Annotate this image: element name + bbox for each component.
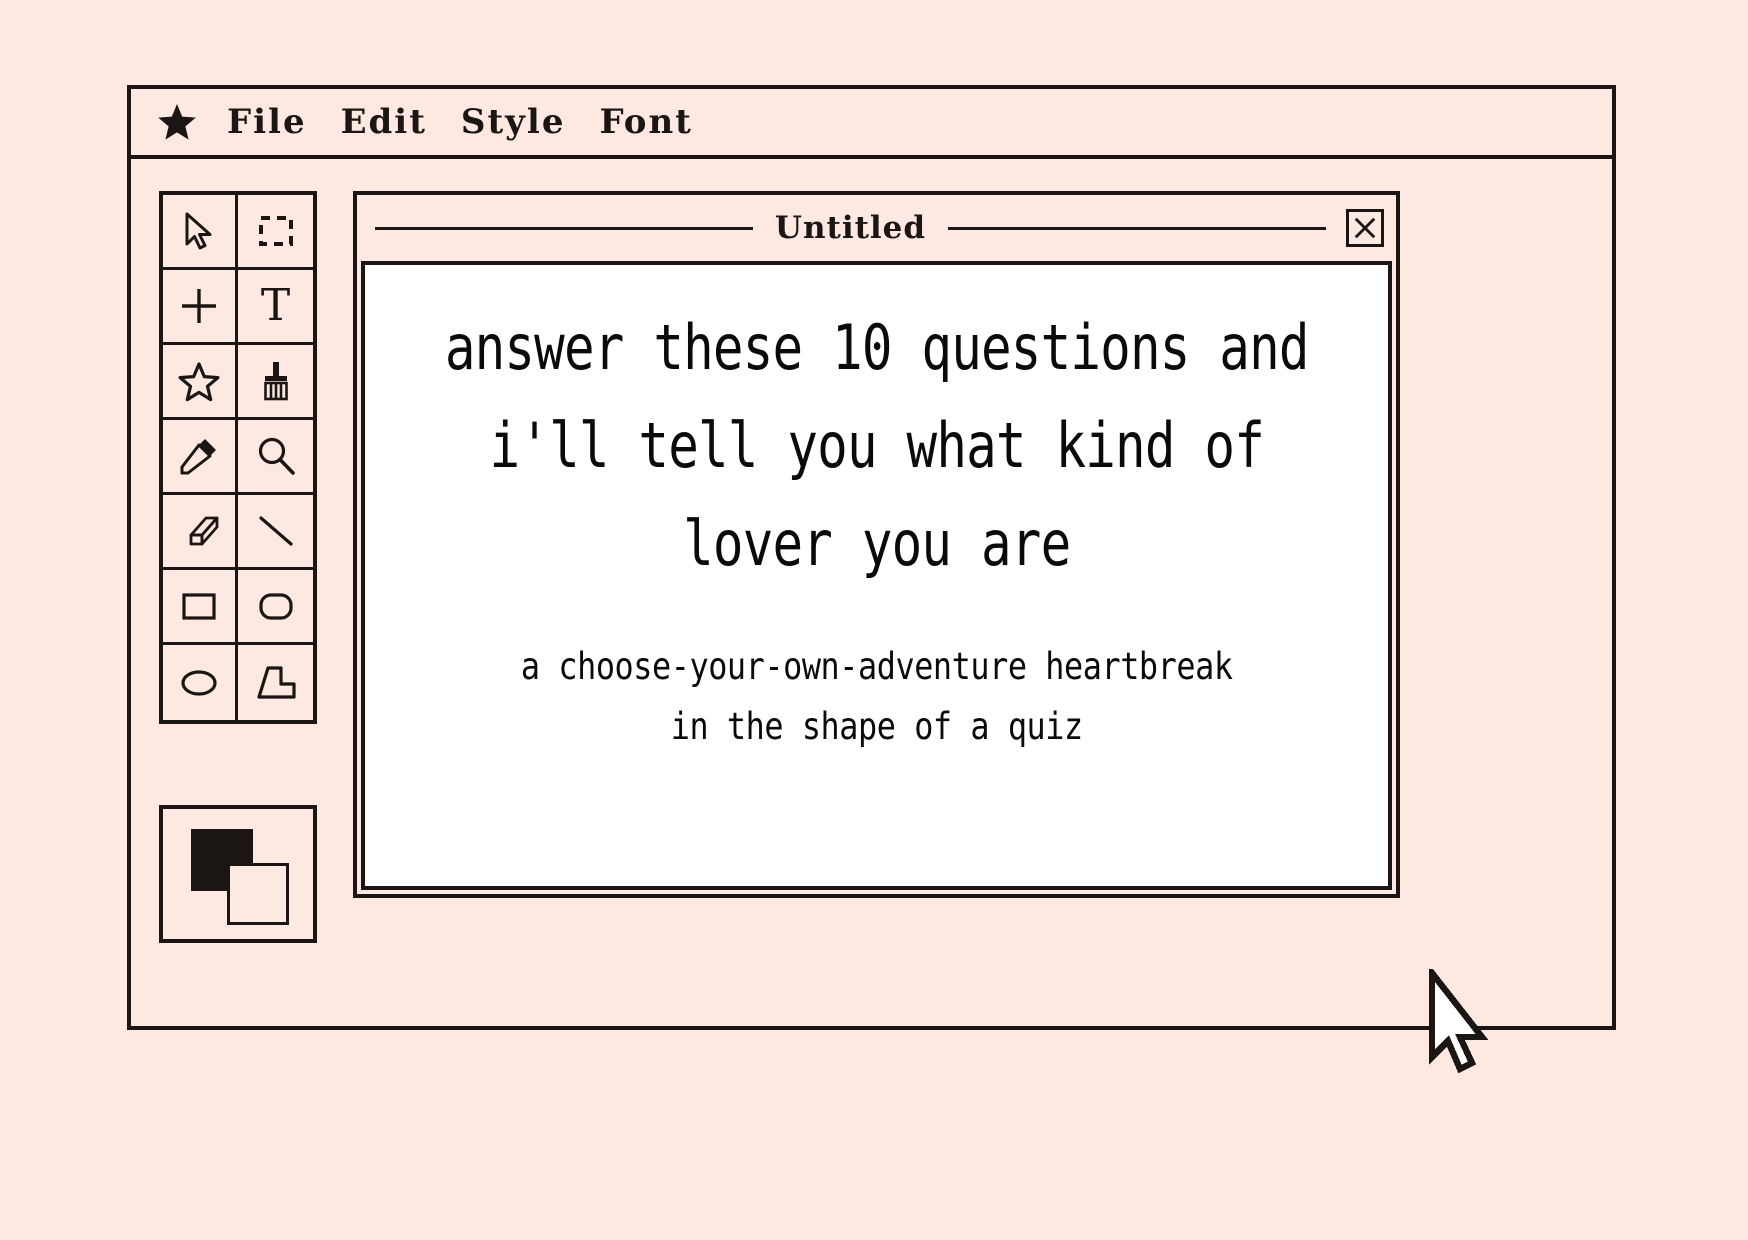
arrow-pointer-icon <box>177 209 221 253</box>
menu-item-style[interactable]: Style <box>461 105 566 139</box>
tool-rectangle[interactable] <box>163 570 238 645</box>
crosshair-icon <box>177 284 221 328</box>
star-icon[interactable] <box>157 102 197 142</box>
rounded-rectangle-icon <box>254 584 298 628</box>
marquee-selection-icon <box>254 209 298 253</box>
tool-ellipse[interactable] <box>163 645 238 720</box>
headline-text: answer these 10 questions and i'll tell … <box>444 299 1310 593</box>
headline-line-3: lover you are <box>682 506 1071 580</box>
subtitle-text: a choose-your-own-adventure heartbreak i… <box>521 637 1233 757</box>
rectangle-icon <box>177 584 221 628</box>
application-window: File Edit Style Font T Untitled answer t… <box>127 85 1616 1073</box>
tool-palette: T <box>159 191 317 724</box>
menu-item-font[interactable]: Font <box>599 105 692 139</box>
document-canvas[interactable]: answer these 10 questions and i'll tell … <box>361 261 1392 890</box>
menu-bar: File Edit Style Font <box>131 89 1612 159</box>
tool-star[interactable] <box>163 345 238 420</box>
tool-pencil[interactable] <box>163 420 238 495</box>
tool-marquee[interactable] <box>238 195 313 270</box>
tool-paintbrush[interactable] <box>238 345 313 420</box>
tool-select[interactable] <box>163 195 238 270</box>
color-swatch-panel <box>159 805 317 943</box>
tool-polygon[interactable] <box>238 645 313 720</box>
mouse-arrow-cursor-icon <box>1426 969 1492 1073</box>
menu-item-file[interactable]: File <box>227 105 307 139</box>
eraser-icon <box>177 509 221 553</box>
polygon-icon <box>254 661 298 705</box>
paintbrush-icon <box>254 359 298 403</box>
menu-item-list: File Edit Style Font <box>227 105 693 139</box>
headline-line-2: i'll tell you what kind of <box>489 408 1264 482</box>
text-tool-icon: T <box>260 280 291 331</box>
background-color-swatch[interactable] <box>227 863 289 925</box>
tool-line[interactable] <box>238 495 313 570</box>
document-window: Untitled answer these 10 questions and i… <box>353 191 1400 898</box>
line-tool-icon <box>254 509 298 553</box>
magnifier-icon <box>254 434 298 478</box>
title-rule-left <box>375 226 753 230</box>
tool-eraser[interactable] <box>163 495 238 570</box>
pencil-icon <box>177 434 221 478</box>
menu-item-edit[interactable]: Edit <box>341 105 427 139</box>
subtitle-line-2: in the shape of a quiz <box>670 704 1083 748</box>
close-x-icon <box>1354 217 1376 239</box>
subtitle-line-1: a choose-your-own-adventure heartbreak <box>520 644 1233 688</box>
ellipse-icon <box>177 661 221 705</box>
star-outline-icon <box>177 359 221 403</box>
tool-text[interactable]: T <box>238 270 313 345</box>
tool-crosshair[interactable] <box>163 270 238 345</box>
work-area: T Untitled answer these 10 questions and… <box>131 159 1612 1073</box>
close-button[interactable] <box>1346 209 1385 247</box>
tool-magnifier[interactable] <box>238 420 313 495</box>
document-title-bar[interactable]: Untitled <box>357 195 1396 261</box>
tool-rounded-rectangle[interactable] <box>238 570 313 645</box>
document-title: Untitled <box>774 210 927 246</box>
headline-line-1: answer these 10 questions and <box>444 311 1310 384</box>
title-rule-right <box>948 226 1327 230</box>
